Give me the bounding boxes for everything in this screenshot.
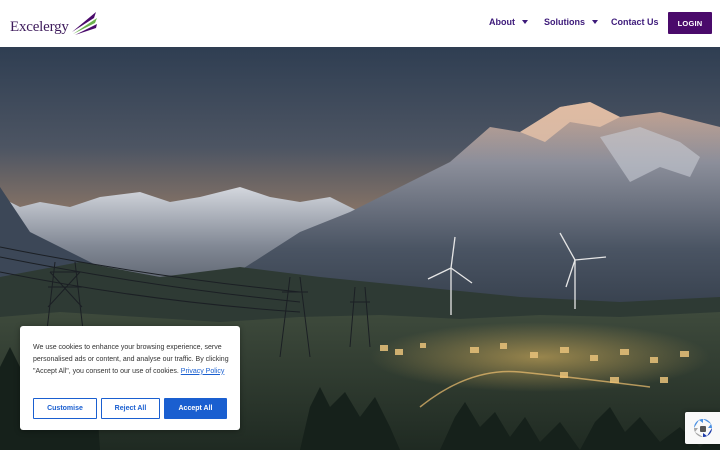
privacy-policy-link[interactable]: Privacy Policy <box>181 368 225 375</box>
nav-solutions-label: Solutions <box>544 17 585 27</box>
nav-contact-label: Contact Us <box>611 17 659 27</box>
login-button[interactable]: LOGIN <box>668 12 712 34</box>
reject-all-button[interactable]: Reject All <box>101 398 160 419</box>
nav-about[interactable]: About <box>489 17 528 27</box>
logo-wordmark: Excelergy <box>10 19 69 35</box>
nav-contact-us[interactable]: Contact Us <box>611 17 659 27</box>
site-header: Excelergy About Solutions Contact Us LOG… <box>0 0 720 47</box>
recaptcha-icon <box>693 419 712 437</box>
nav-solutions[interactable]: Solutions <box>544 17 598 27</box>
recaptcha-badge[interactable] <box>685 412 720 444</box>
logo-swoosh-icon <box>72 12 97 35</box>
nav-about-label: About <box>489 17 515 27</box>
customise-button[interactable]: Customise <box>33 398 97 419</box>
accept-all-button[interactable]: Accept All <box>164 398 227 419</box>
cookie-message-block: We use cookies to enhance your browsing … <box>33 342 229 377</box>
cookie-consent-dialog: We use cookies to enhance your browsing … <box>20 326 240 430</box>
chevron-down-icon <box>592 20 598 24</box>
logo[interactable]: Excelergy <box>10 8 97 40</box>
chevron-down-icon <box>522 20 528 24</box>
